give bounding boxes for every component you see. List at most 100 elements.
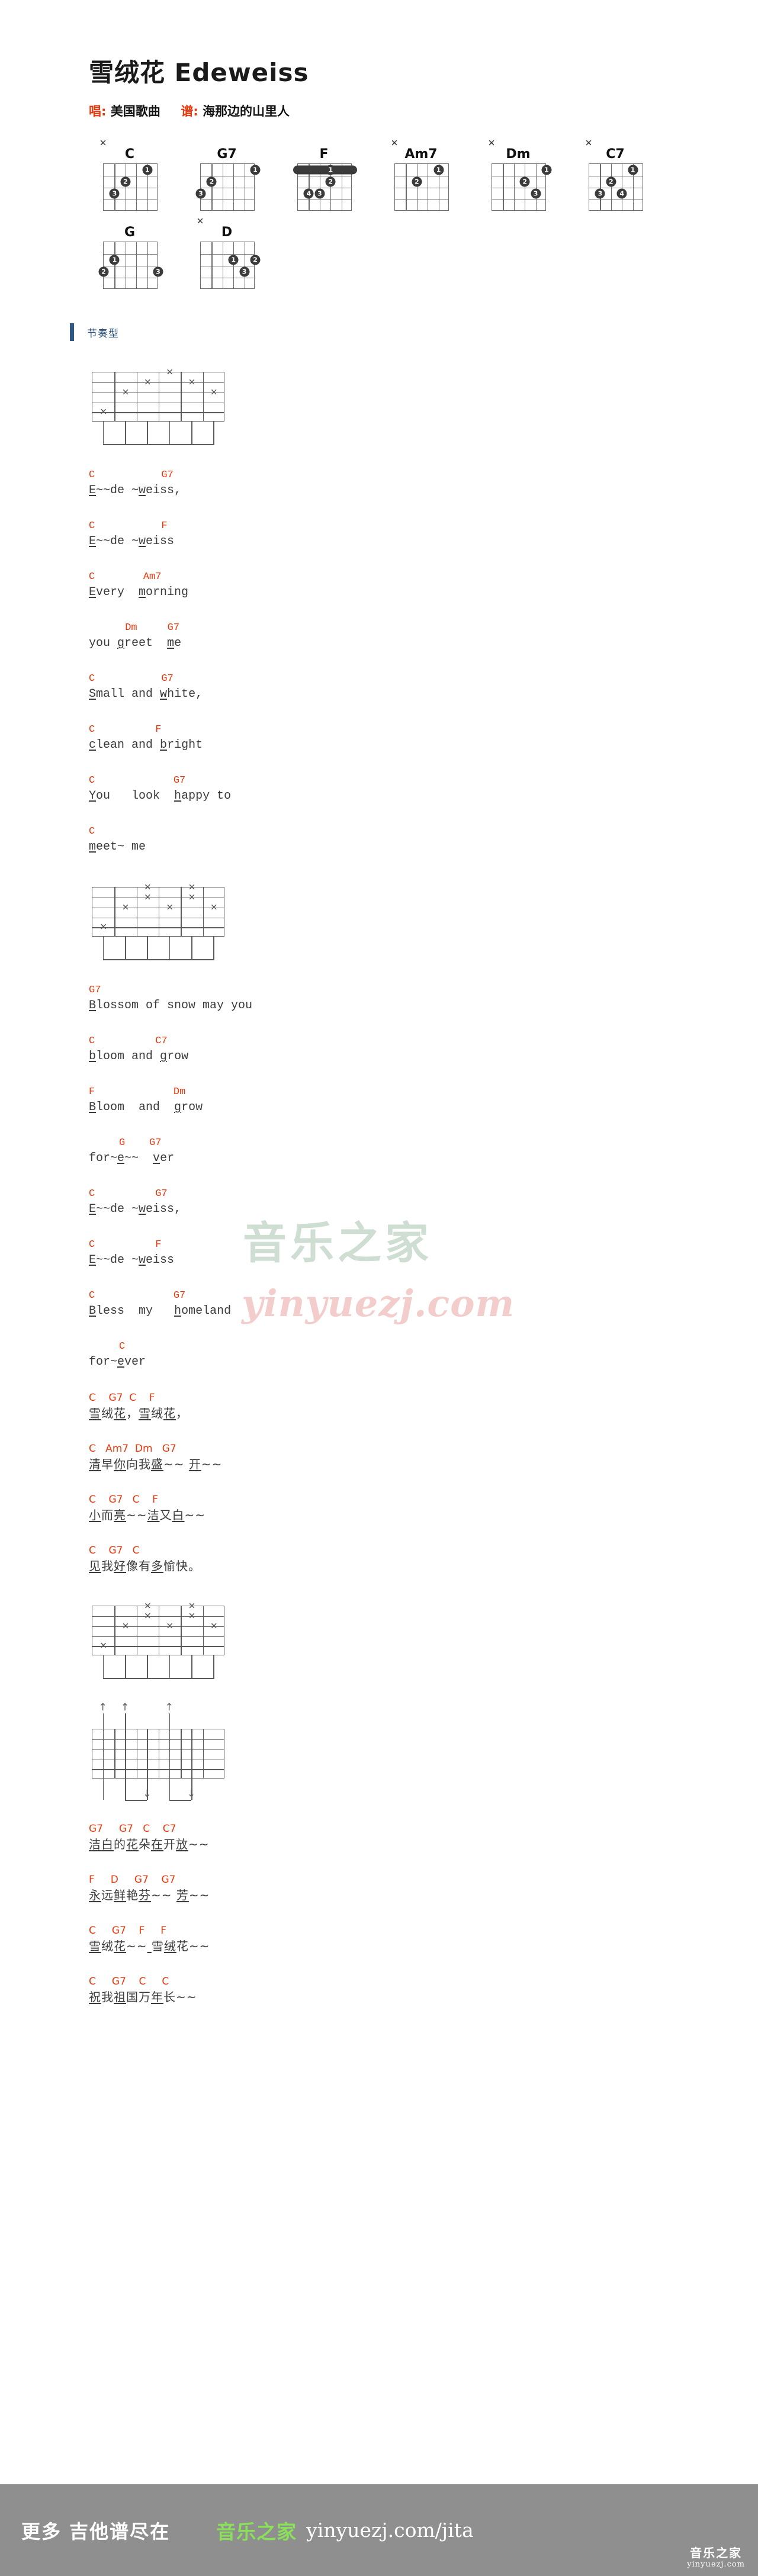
fret-line [104, 254, 157, 255]
accent-syllable: 白 [172, 1508, 185, 1523]
chord-name-label: D [221, 225, 233, 240]
accent-syllable: B [89, 1304, 97, 1318]
chord-diagram-dm: Dm ✕ 1 2 3 [483, 139, 553, 211]
accent-syllable: 在 [151, 1837, 163, 1852]
lyric-segment: 雪 [151, 1939, 164, 1954]
lyric-text-row: 小而亮~~洁又白~~ [89, 1506, 758, 1524]
lyric-line: C G7 C C 祝我祖国万年长~~ [89, 1975, 758, 2006]
finger-dot: 2 [519, 176, 530, 187]
lyric-segment: very [96, 586, 139, 600]
muted-string-icon: ✕ [487, 137, 496, 149]
lyric-segment: eet~ me [96, 840, 146, 854]
accent-syllable: 花 [114, 1406, 126, 1421]
sheet-body: ✕ ✕ ✕ ✕ ✕ ✕ C G7 E~~de ~weiss, C F E~~de ~weiss C … [0, 368, 758, 2118]
chord-label-row: C G7 [89, 775, 186, 787]
lyric-text-row: meet~ me [89, 838, 758, 856]
staff-line [92, 1769, 224, 1770]
lyric-line: C Am7 Dm G7 清早你向我盛~~ 开~~ [89, 1442, 758, 1473]
fretboard-grid: 12 [394, 163, 449, 211]
mute-stroke-icon: ✕ [188, 882, 196, 893]
finger-dot: 3 [239, 266, 250, 277]
transcriber-label: 谱: [181, 104, 198, 119]
beam-group [92, 422, 224, 448]
finger-dot: 2 [606, 176, 616, 187]
accent-syllable: 开 [188, 1457, 201, 1472]
lyric-segment: 像有 [126, 1559, 151, 1574]
lyric-segment: ver [124, 1355, 146, 1369]
beat-divider [203, 372, 204, 422]
accent-syllable: B [89, 1101, 97, 1115]
finger-dot: 3 [595, 188, 605, 199]
lyric-line: C G7 C F 小而亮~~洁又白~~ [89, 1493, 758, 1524]
accent-syllable: 好 [114, 1559, 126, 1574]
accent-syllable: 花 [163, 1406, 176, 1421]
lyric-segment: 我 [101, 1990, 114, 2005]
mute-stroke-icon: ✕ [121, 902, 130, 913]
lyric-segment: right [167, 738, 203, 752]
accent-syllable: 见 [89, 1559, 101, 1574]
finger-dot: 1 [228, 255, 239, 265]
mute-stroke-icon: ✕ [188, 377, 196, 388]
rhythm-section-header: 节奏型 [70, 323, 758, 342]
finger-dot: 3 [314, 188, 325, 199]
chord-label-row: G G7 [89, 1137, 162, 1149]
lyric-line: C Fclean and bright [89, 723, 758, 754]
chord-diagram-g7: G7 1 2 3 [192, 147, 262, 211]
finger-dot: 1 [325, 165, 336, 175]
chord-name-label: G [124, 225, 136, 240]
lyric-line: F Dm Bloom and grow [89, 1086, 758, 1117]
finger-dot: 3 [531, 188, 541, 199]
beam-line [125, 1800, 147, 1801]
note-stem [102, 1655, 104, 1680]
chord-label-row: Dm G7 [89, 622, 180, 634]
lyric-text-row: E~~de ~weiss [89, 1252, 758, 1269]
accent-syllable: v [153, 1152, 160, 1166]
finger-dot: 3 [153, 266, 163, 277]
lyric-text-row: Bloom and grow [89, 1099, 758, 1117]
chord-name-label: Am7 [404, 147, 438, 162]
lyric-segment: 向我 [126, 1457, 151, 1472]
strum-stem [102, 1713, 104, 1800]
lyric-segment: ~~de ~ [96, 484, 139, 498]
lyric-line: G G7 for~e~~ ver [89, 1137, 758, 1168]
lyric-line: C G7 E~~de ~weiss, [89, 1188, 758, 1218]
accent-syllable: E [89, 535, 97, 549]
lyric-segment: 花~~ [176, 1939, 210, 1954]
mute-stroke-icon: ✕ [121, 387, 130, 398]
tab-staff: ✕ ✕ ✕ ✕ ✕ ✕ ✕ ✕ [92, 883, 224, 937]
lyric-segment: ~~ [126, 1508, 147, 1523]
note-stem [169, 937, 171, 961]
lyric-segment: 我 [101, 1559, 114, 1574]
accent-syllable: h [174, 1304, 182, 1318]
accent-syllable: w [139, 535, 146, 549]
string-line [147, 242, 148, 289]
note-stem [191, 937, 192, 961]
chord-diagram-row: G 1 2 3 D ✕ 1 2 3 [95, 217, 758, 290]
credits-line: 唱: 美国歌曲 谱: 海那边的山里人 [89, 102, 758, 120]
lyric-line: C F E~~de ~weiss [89, 1239, 758, 1269]
mute-stroke-icon: ✕ [144, 377, 152, 388]
tab-staff [92, 1729, 224, 1779]
transcriber-name: 海那边的山里人 [203, 104, 290, 119]
chord-label-row: C G7 C F [89, 1494, 158, 1506]
lyric-line: C G7 F F 雪绒花~~ 雪绒花~~ [89, 1924, 758, 1955]
chord-diagram-c: C ✕ 1 2 3 [95, 139, 165, 211]
string-line [211, 242, 213, 289]
lyric-group: C G7 E~~de ~weiss, C F E~~de ~weiss C Am7 Eve… [89, 469, 758, 856]
finger-dot: 2 [206, 176, 217, 187]
beam-line [169, 1800, 191, 1801]
chord-label-row: C G7 [89, 1188, 168, 1200]
lyric-line: C F E~~de ~weiss [89, 520, 758, 551]
lyric-line: F D G7 G7 永远鲜艳芬~~ 芳~~ [89, 1873, 758, 1904]
note-stem [102, 422, 104, 446]
lyric-segment: ~~ [201, 1457, 223, 1472]
lyric-segment: 开 [163, 1837, 176, 1852]
note-stem [102, 937, 104, 961]
fretboard-grid: 1 23 [195, 163, 261, 211]
footer-url[interactable]: yinyuezj.com/jita [306, 2519, 473, 2542]
footer-brand: 音乐之家 [216, 2520, 297, 2543]
lyric-segment: orning [146, 586, 189, 600]
lyric-segment: 长~~ [163, 1990, 197, 2005]
finger-dot: 2 [250, 255, 261, 265]
accent-syllable: 花 [126, 1837, 139, 1852]
